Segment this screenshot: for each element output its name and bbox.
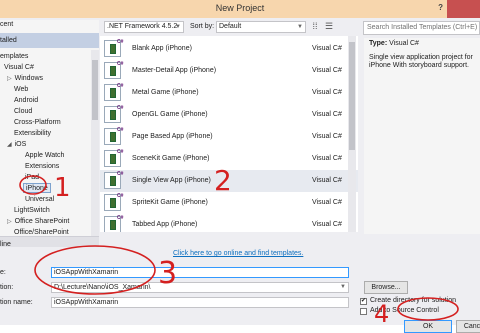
template-description: Single view application project for iPho… xyxy=(369,54,473,69)
tree-item-web[interactable]: Web xyxy=(14,85,28,95)
tree-item-universal[interactable]: Universal xyxy=(25,195,54,205)
tree-item-lightswitch[interactable]: LightSwitch xyxy=(14,206,50,216)
source-control-checkbox[interactable] xyxy=(360,308,367,315)
template-icon: C# xyxy=(104,61,123,79)
template-tree: cent talled emplates Visual C# ▷ Windows … xyxy=(0,20,99,247)
chevron-down-icon: ▼ xyxy=(175,24,181,30)
tree-item-extensibility[interactable]: Extensibility xyxy=(14,129,51,139)
template-tabbed-app[interactable]: C# Tabbed App (iPhone) Visual C# xyxy=(100,214,358,232)
name-label: e: xyxy=(0,269,6,276)
expand-icon[interactable]: ▷ xyxy=(7,76,12,82)
template-spritekit-game[interactable]: C# SpriteKit Game (iPhone) Visual C# xyxy=(100,192,358,214)
tree-online[interactable]: line xyxy=(0,236,99,247)
tree-item-ios[interactable]: ◢ iOS xyxy=(7,140,26,150)
new-project-dialog: cent talled emplates Visual C# ▷ Windows … xyxy=(0,18,480,333)
chevron-down-icon[interactable]: ▼ xyxy=(340,283,346,292)
template-icon: C# xyxy=(104,39,123,57)
template-icon: C# xyxy=(104,171,123,189)
template-single-view-app[interactable]: C# Single View App (iPhone) Visual C# xyxy=(100,170,358,192)
location-input[interactable]: D:\Lecture\Nano\iOS_Xamarin\ ▼ xyxy=(51,282,349,293)
template-icon: C# xyxy=(104,193,123,211)
help-button[interactable]: ? xyxy=(438,3,443,12)
tree-scrollbar[interactable] xyxy=(91,50,99,240)
sort-label: Sort by: xyxy=(190,23,215,30)
create-directory-label: Create directory for solution xyxy=(370,297,456,304)
tree-recent[interactable]: cent xyxy=(0,20,13,30)
template-icon: C# xyxy=(104,83,123,101)
small-icons-view-icon[interactable]: ☰ xyxy=(324,21,334,31)
ok-button[interactable]: OK xyxy=(404,320,452,333)
tree-templates[interactable]: emplates xyxy=(0,52,28,62)
tree-item-office-sharepoint[interactable]: ▷ Office SharePoint xyxy=(7,217,69,227)
solution-name-label: tion name: xyxy=(0,299,33,306)
source-control-label: Add to Source Control xyxy=(370,307,439,314)
search-templates-input[interactable]: Search Installed Templates (Ctrl+E) xyxy=(363,21,480,35)
tree-item-extensions[interactable]: Extensions xyxy=(25,162,59,172)
template-page-based-app[interactable]: C# Page Based App (iPhone) Visual C# xyxy=(100,126,358,148)
template-icon: C# xyxy=(104,127,123,145)
browse-button[interactable]: Browse... xyxy=(364,281,408,294)
solution-name-input[interactable]: iOSAppWithXamarin xyxy=(51,297,349,308)
collapse-icon[interactable]: ◢ xyxy=(7,142,12,148)
tree-visual-csharp[interactable]: Visual C# xyxy=(4,63,34,73)
template-icon: C# xyxy=(104,105,123,123)
tree-item-android[interactable]: Android xyxy=(14,96,38,106)
project-form: e: iOSAppWithXamarin tion: D:\Lecture\Na… xyxy=(0,265,480,333)
medium-icons-view-icon[interactable]: ⁞⁞ xyxy=(310,21,320,31)
template-master-detail-app[interactable]: C# Master-Detail App (iPhone) Visual C# xyxy=(100,60,358,82)
template-scenekit-game[interactable]: C# SceneKit Game (iPhone) Visual C# xyxy=(100,148,358,170)
create-directory-checkbox[interactable] xyxy=(360,297,367,305)
template-list: C# Blank App (iPhone) Visual C# C# Maste… xyxy=(100,36,358,232)
sort-select[interactable]: Default ▼ xyxy=(216,21,306,33)
template-blank-app[interactable]: C# Blank App (iPhone) Visual C# xyxy=(100,38,358,60)
template-list-scrollbar-thumb[interactable] xyxy=(349,42,355,150)
template-metal-game[interactable]: C# Metal Game (iPhone) Visual C# xyxy=(100,82,358,104)
tree-scrollbar-thumb[interactable] xyxy=(92,60,98,120)
tree-item-apple-watch[interactable]: Apple Watch xyxy=(25,151,64,161)
project-name-input[interactable]: iOSAppWithXamarin xyxy=(51,267,349,278)
tree-item-iphone[interactable]: iPhone xyxy=(23,183,51,193)
online-templates-link[interactable]: Click here to go online and find templat… xyxy=(173,250,303,257)
tree-item-cloud[interactable]: Cloud xyxy=(14,107,32,117)
framework-select[interactable]: .NET Framework 4.5.2 ▼ xyxy=(104,21,184,33)
expand-icon[interactable]: ▷ xyxy=(7,219,12,225)
template-icon: C# xyxy=(104,215,123,232)
template-type: Type: Visual C# xyxy=(369,40,419,47)
tree-installed[interactable]: talled xyxy=(0,33,99,48)
chevron-down-icon: ▼ xyxy=(297,24,303,30)
template-list-scrollbar[interactable] xyxy=(348,36,356,232)
title-bar: New Project ? xyxy=(0,0,480,18)
window-title: New Project xyxy=(215,3,265,13)
tree-item-ipad[interactable]: iPad xyxy=(25,173,39,183)
location-label: tion: xyxy=(0,284,14,291)
close-button[interactable] xyxy=(447,0,480,18)
tree-item-windows[interactable]: ▷ Windows xyxy=(7,74,43,84)
template-details: Type: Visual C# Single view application … xyxy=(364,38,480,234)
template-icon: C# xyxy=(104,149,123,167)
template-opengl-game[interactable]: C# OpenGL Game (iPhone) Visual C# xyxy=(100,104,358,126)
tree-item-cross-platform[interactable]: Cross-Platform xyxy=(14,118,61,128)
cancel-button[interactable]: Canc xyxy=(456,320,480,333)
